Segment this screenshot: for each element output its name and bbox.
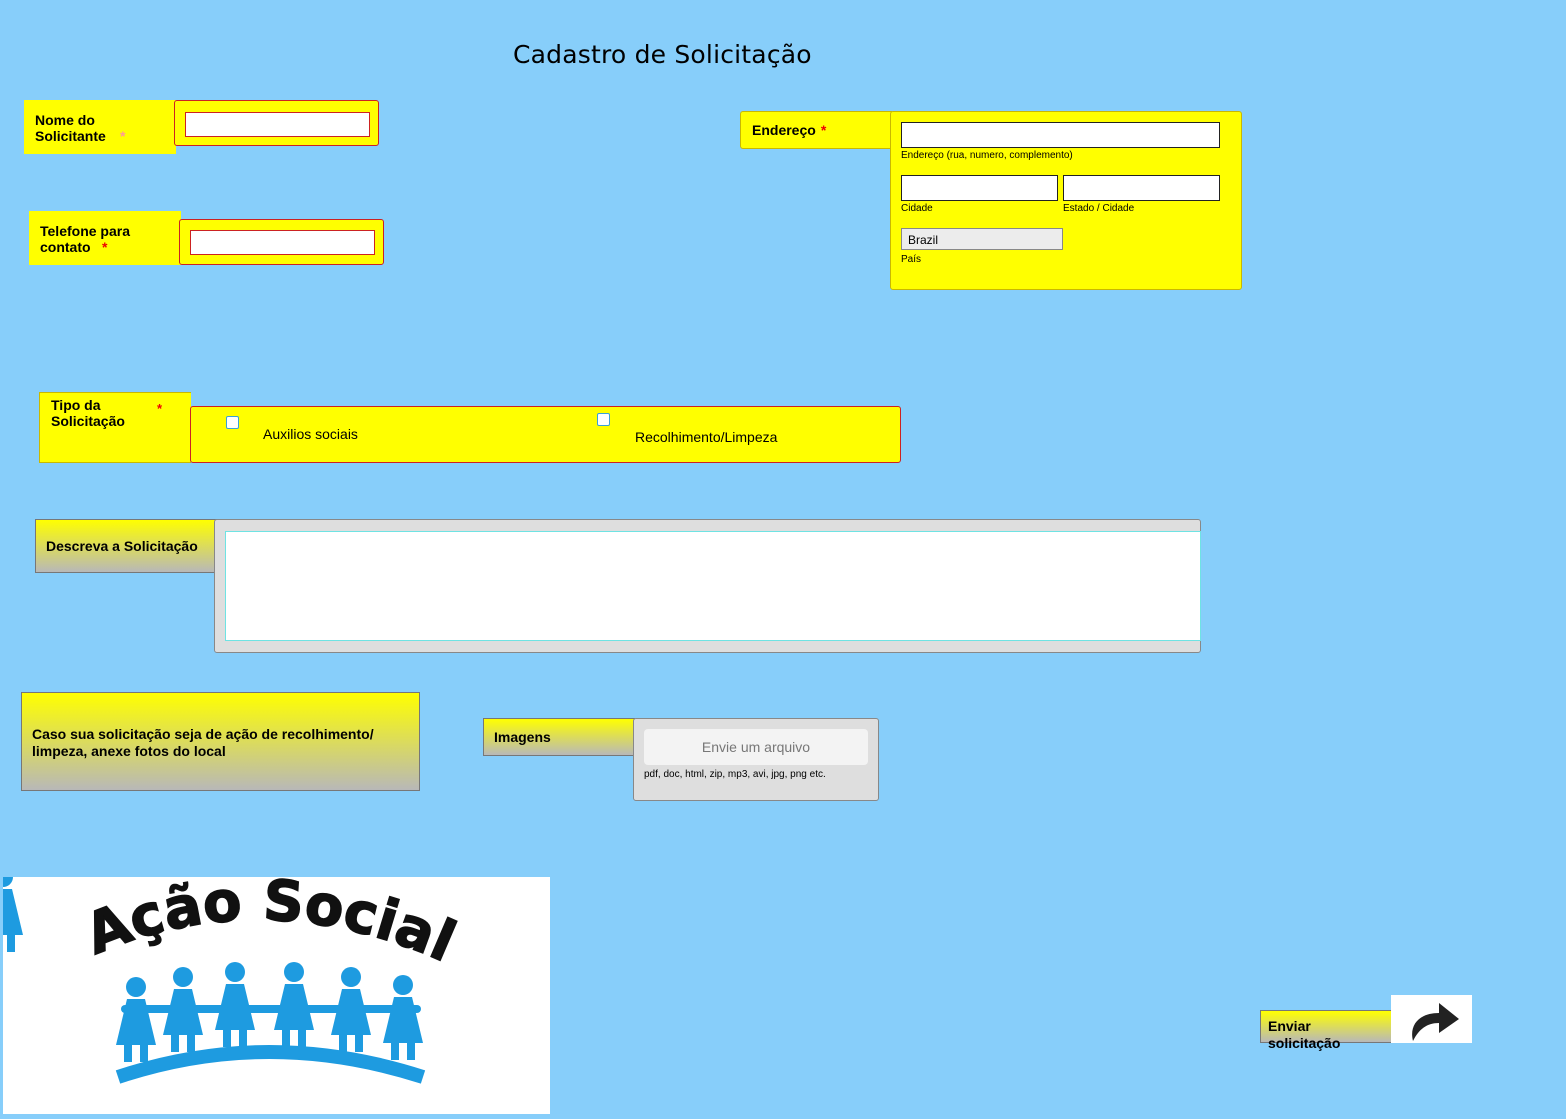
nome-label-box: Nome do Solicitante * <box>24 100 176 154</box>
required-marker: * <box>102 239 108 255</box>
upload-button[interactable]: Envie um arquivo <box>644 729 868 765</box>
share-arrow-graphic <box>1412 1003 1459 1041</box>
tipo-label: Tipo da Solicitação <box>51 397 125 429</box>
country-sublabel: País <box>901 254 922 265</box>
option-label-auxilios: Auxilios sociais <box>263 426 358 442</box>
anexo-info-text: Caso sua solicitação seja de ação de rec… <box>21 692 420 791</box>
required-marker: * <box>820 122 827 138</box>
nome-input[interactable] <box>185 112 370 137</box>
logo-text: Ação Social <box>76 868 465 976</box>
descricao-container <box>214 519 1201 653</box>
required-marker: * <box>120 128 126 144</box>
tipo-label-box: Tipo da Solicitação * <box>39 392 191 463</box>
upload-hint: pdf, doc, html, zip, mp3, avi, jpg, png … <box>644 769 826 780</box>
telefone-label-box: Telefone para contato * <box>29 211 181 265</box>
nome-field-container <box>174 100 379 146</box>
share-arrow-icon[interactable] <box>1391 995 1472 1043</box>
city-sublabel: Cidade <box>901 203 933 214</box>
telefone-label: Telefone para contato <box>40 223 130 255</box>
submit-button[interactable]: Enviar solicitação <box>1260 1010 1393 1051</box>
descricao-label: Descreva a Solicitação <box>35 519 217 573</box>
endereco-label: Endereço <box>752 122 816 138</box>
city-input[interactable] <box>901 175 1058 201</box>
telefone-input[interactable] <box>190 230 375 255</box>
street-sublabel: Endereço (rua, numero, complemento) <box>901 150 1073 161</box>
country-select[interactable]: Brazil <box>901 228 1063 250</box>
acao-social-logo: Ação Social <box>0 867 550 1114</box>
endereco-field-container: Endereço (rua, numero, complemento) Cida… <box>890 111 1242 290</box>
descricao-textarea[interactable] <box>225 531 1201 641</box>
logo-graphic: Ação Social <box>0 867 465 1084</box>
state-sublabel: Estado / Cidade <box>1063 203 1135 214</box>
checkbox-auxilios[interactable] <box>226 416 239 429</box>
imagens-label: Imagens <box>483 718 635 756</box>
endereco-label-box: Endereço * <box>740 111 892 149</box>
required-marker: * <box>157 401 163 416</box>
tipo-options-container: Auxilios sociais Recolhimento/Limpeza <box>190 406 901 463</box>
telefone-field-container <box>179 219 384 265</box>
page-title: Cadastro de Solicitação <box>513 40 812 69</box>
nome-label: Nome do Solicitante <box>35 112 106 144</box>
svg-text:Ação Social: Ação Social <box>77 877 465 975</box>
state-input[interactable] <box>1063 175 1220 201</box>
option-label-recolhimento: Recolhimento/Limpeza <box>635 429 778 445</box>
street-input[interactable] <box>901 122 1220 148</box>
imagens-container: Envie um arquivo pdf, doc, html, zip, mp… <box>633 718 879 801</box>
checkbox-recolhimento[interactable] <box>597 413 610 426</box>
